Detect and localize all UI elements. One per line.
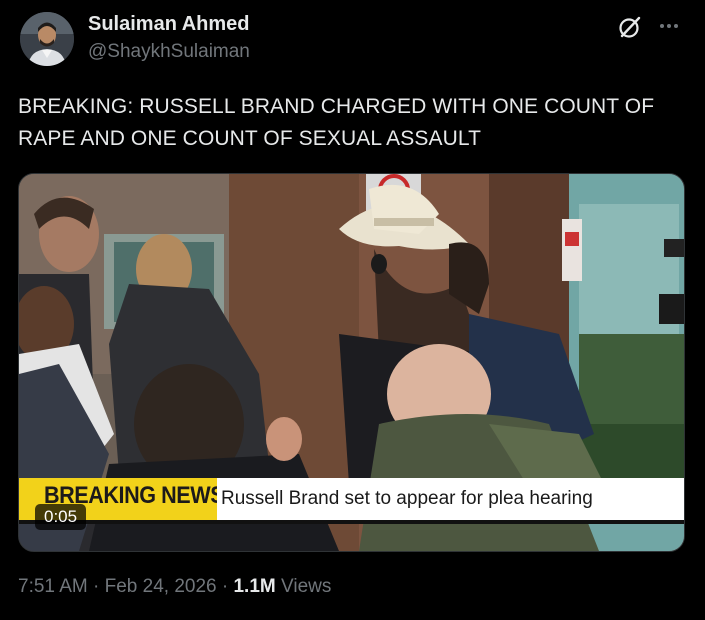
post-date[interactable]: Feb 24, 2026 <box>105 576 217 597</box>
video-duration: 0:05 <box>35 504 87 530</box>
avatar-image <box>20 12 74 66</box>
more-options-icon[interactable] <box>656 16 682 36</box>
grok-icon[interactable] <box>617 14 643 40</box>
banner-caption: Russell Brand set to appear for plea hea… <box>221 488 593 509</box>
tweet-meta: 7:51 AM · Feb 24, 2026 · 1.1M Views <box>18 576 331 598</box>
tweet: Sulaiman Ahmed @ShaykhSulaiman BREAKING:… <box>0 0 705 620</box>
views-count[interactable]: 1.1M <box>233 576 275 597</box>
author-name[interactable]: Sulaiman Ahmed <box>88 13 250 36</box>
author-avatar[interactable] <box>20 12 74 66</box>
video-player[interactable]: BREAKING NEWS Russell Brand set to appea… <box>18 173 685 552</box>
meta-separator: · <box>93 576 100 597</box>
views-label: Views <box>281 576 332 597</box>
news-banner: BREAKING NEWS Russell Brand set to appea… <box>19 478 684 524</box>
meta-separator: · <box>221 576 229 597</box>
tweet-text: BREAKING: RUSSELL BRAND CHARGED WITH ONE… <box>18 95 655 150</box>
banner-underline <box>19 520 684 524</box>
author-handle[interactable]: @ShaykhSulaiman <box>88 41 250 63</box>
post-time[interactable]: 7:51 AM <box>18 576 88 597</box>
